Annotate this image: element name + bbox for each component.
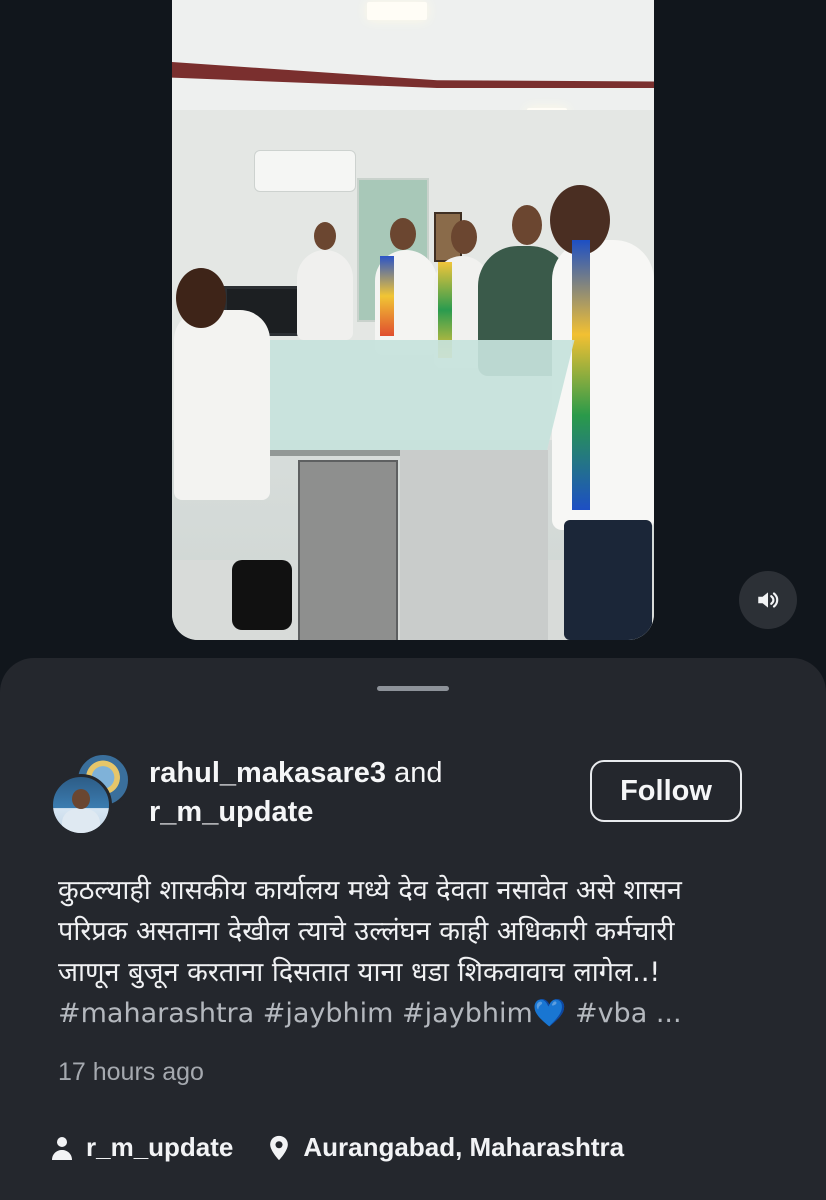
media-person-head xyxy=(451,220,477,254)
volume-icon xyxy=(758,592,779,608)
media-person-head xyxy=(176,268,226,328)
caption-line: कुठल्याही शासकीय कार्यालय मध्ये देव देवत… xyxy=(58,875,682,906)
avatar-body xyxy=(62,809,100,833)
media-ceiling-light xyxy=(367,2,427,20)
media-person xyxy=(297,250,353,340)
caption-line: परिप्रक असताना देखील त्याचे उल्लंघन काही… xyxy=(58,916,675,947)
author-secondary-link[interactable]: r_m_update xyxy=(149,796,313,828)
location-label: Aurangabad, Maharashtra xyxy=(303,1132,625,1162)
media-person-head xyxy=(390,218,416,250)
audio-account-link[interactable]: r_m_update xyxy=(50,1132,233,1163)
media-person-head xyxy=(314,222,336,250)
media-desk-panel xyxy=(400,450,548,640)
media-person xyxy=(564,520,652,640)
sheet-drag-handle[interactable] xyxy=(377,686,449,691)
post-media[interactable] xyxy=(172,0,654,640)
post-meta-row: r_m_update Aurangabad, Maharashtra xyxy=(50,1132,658,1163)
post-caption[interactable]: कुठल्याही शासकीय कार्यालय मध्ये देव देवत… xyxy=(58,870,798,1034)
author-names: rahul_makasare3 and r_m_update xyxy=(149,754,509,832)
person-icon xyxy=(52,1136,72,1160)
media-air-conditioner xyxy=(254,150,356,192)
avatar-face xyxy=(72,789,90,809)
caption-hashtags[interactable]: #maharashtra #jaybhim #jaybhim💙 #vba ... xyxy=(58,993,798,1034)
volume-button[interactable] xyxy=(739,571,797,629)
author-conjunction: and xyxy=(394,757,443,789)
media-person xyxy=(552,240,654,530)
post-timestamp: 17 hours ago xyxy=(58,1058,204,1086)
media-person xyxy=(174,310,270,500)
post-details-sheet: rahul_makasare3 and r_m_update Follow कु… xyxy=(0,658,826,1200)
media-scarf xyxy=(380,256,394,336)
author-primary-link[interactable]: rahul_makasare3 xyxy=(149,757,386,789)
author-avatar[interactable] xyxy=(50,774,112,836)
caption-line: जाणून बुजून करताना दिसतात याना धडा शिकवा… xyxy=(58,957,661,988)
media-drawer-cabinet xyxy=(298,460,398,640)
follow-button[interactable]: Follow xyxy=(590,760,742,822)
media-scarf xyxy=(572,240,590,510)
media-person-head xyxy=(512,205,542,245)
media-person xyxy=(232,560,292,630)
location-link[interactable]: Aurangabad, Maharashtra xyxy=(267,1132,624,1163)
audio-account-label: r_m_update xyxy=(86,1132,234,1162)
location-pin-icon xyxy=(270,1135,289,1160)
